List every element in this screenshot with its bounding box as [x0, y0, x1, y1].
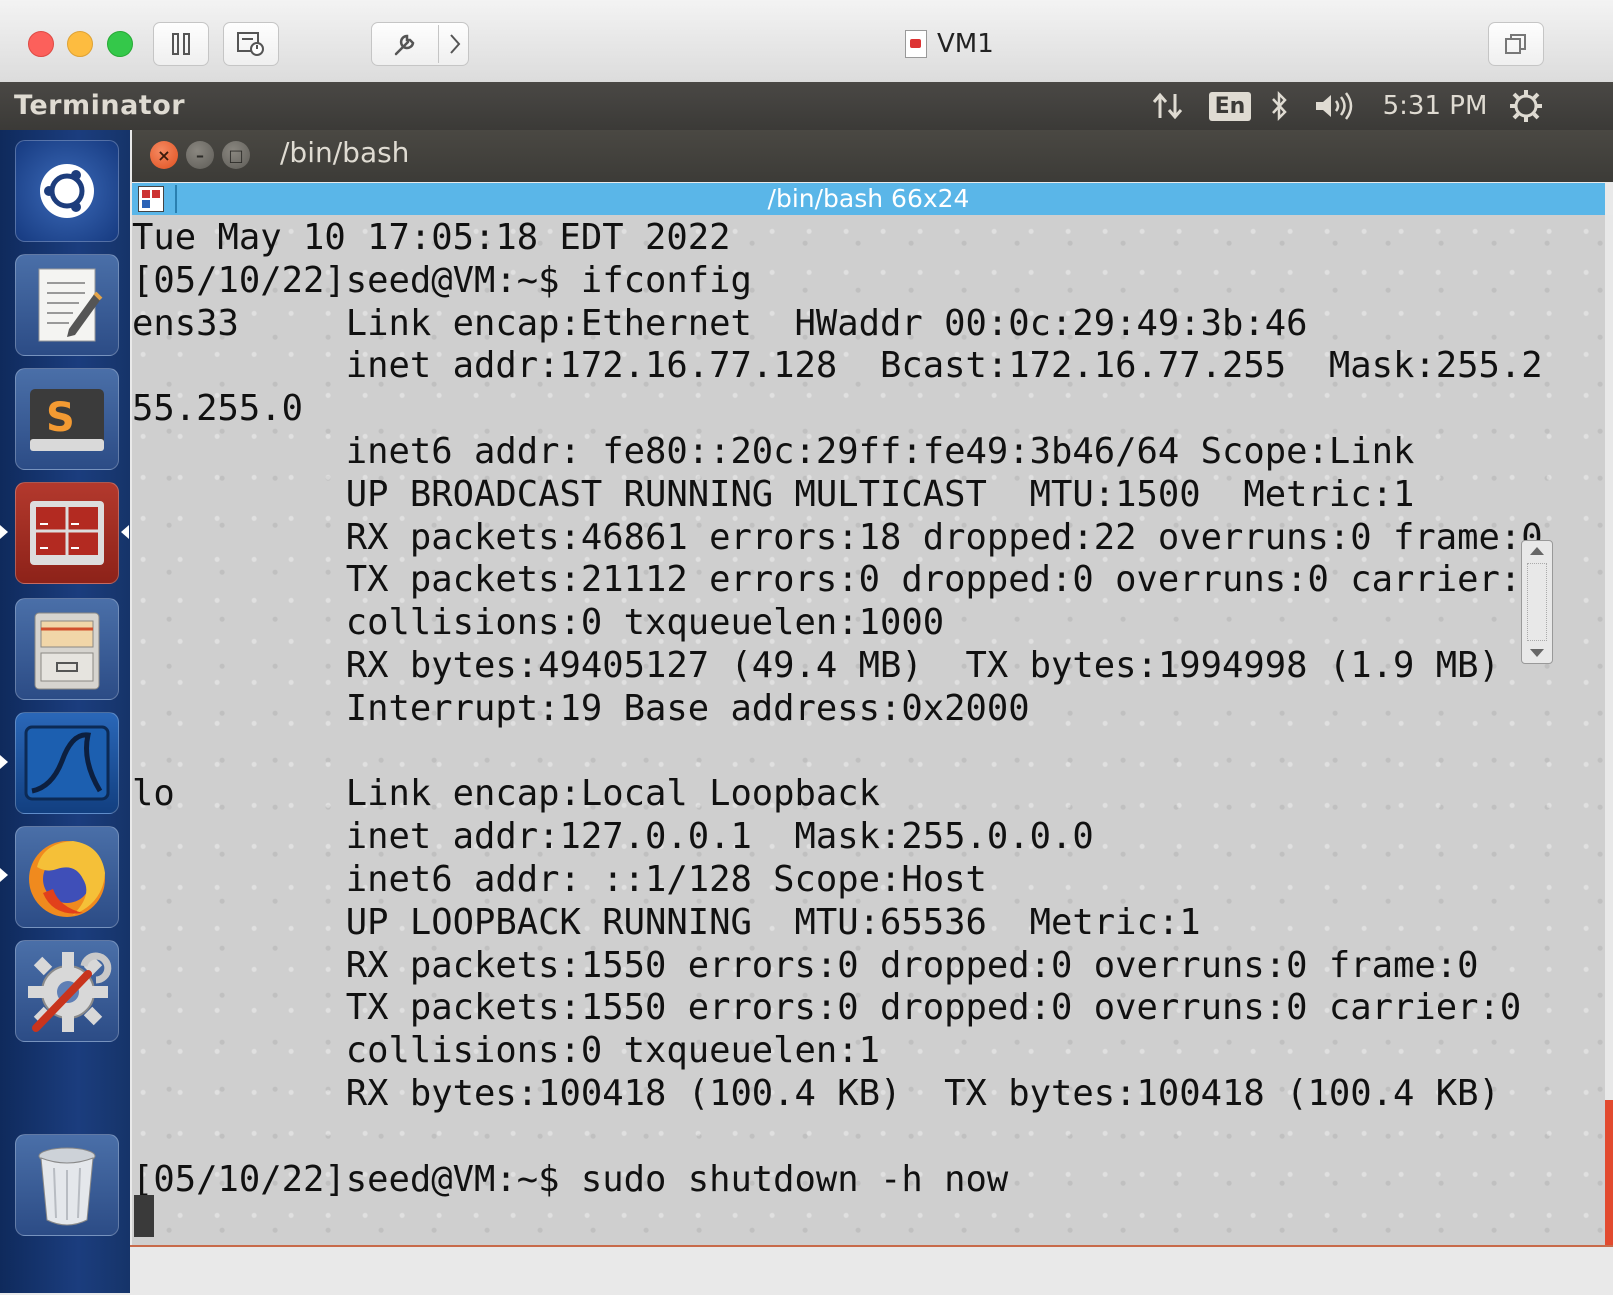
keyboard-layout-indicator[interactable]: En	[1205, 82, 1255, 130]
fullscreen-button[interactable]	[1488, 22, 1544, 66]
launcher-running-indicator	[0, 868, 8, 882]
scroll-up-arrow-icon[interactable]	[1530, 547, 1544, 555]
button-divider	[438, 25, 439, 63]
close-window-button[interactable]	[28, 31, 54, 57]
zoom-window-button[interactable]	[107, 31, 133, 57]
launcher-focused-indicator	[121, 525, 129, 539]
window-right-edge-accent	[1605, 1100, 1613, 1245]
launcher-trash[interactable]	[15, 1134, 119, 1236]
terminal-output-area[interactable]: Tue May 10 17:05:18 EDT 2022 [05/10/22]s…	[132, 215, 1605, 1245]
launcher-firefox[interactable]	[15, 826, 119, 928]
terminal-close-button[interactable]: ×	[150, 141, 178, 169]
svg-text:S: S	[46, 395, 75, 441]
terminal-cursor	[134, 1195, 154, 1237]
network-arrows-icon	[1152, 92, 1183, 120]
ubuntu-top-panel: Terminator En 5:31 PM	[0, 82, 1613, 130]
terminal-tab-title: /bin/bash 66x24	[767, 184, 970, 213]
settings-button-group[interactable]	[371, 22, 469, 66]
close-icon: ×	[157, 145, 171, 165]
snapshot-icon	[237, 32, 264, 56]
vm-title-text: VM1	[937, 29, 994, 59]
keyboard-layout-label: En	[1208, 91, 1252, 121]
vm-window-title: VM1	[905, 26, 994, 62]
launcher-files[interactable]	[15, 598, 119, 700]
terminal-scrollbar[interactable]	[1521, 540, 1553, 664]
launcher-terminator[interactable]	[15, 482, 119, 584]
trash-icon	[38, 1147, 96, 1226]
sublime-text-icon: S	[30, 389, 104, 451]
launcher-sublime-text[interactable]: S	[15, 368, 119, 470]
pause-icon	[172, 33, 190, 55]
maximize-icon: □	[228, 145, 244, 165]
launcher-text-editor[interactable]	[15, 254, 119, 356]
minimize-icon: –	[196, 145, 204, 165]
session-menu[interactable]	[1506, 82, 1546, 130]
launcher-running-indicator	[0, 755, 8, 769]
wireshark-fin-icon	[24, 725, 110, 801]
active-app-name: Terminator	[14, 90, 186, 121]
snapshot-button[interactable]	[223, 22, 279, 66]
launcher-running-indicator	[0, 525, 8, 539]
firefox-icon	[29, 841, 105, 917]
launcher-system-settings[interactable]	[15, 940, 119, 1042]
terminal-tab-bar: /bin/bash 66x24	[132, 183, 1605, 215]
launcher-dash-button[interactable]	[15, 140, 119, 242]
scroll-down-arrow-icon[interactable]	[1530, 649, 1544, 657]
scrollbar-thumb[interactable]	[1527, 563, 1547, 641]
ubuntu-logo-icon	[40, 164, 94, 218]
terminal-window-title: /bin/bash	[280, 136, 410, 169]
speaker-icon	[1316, 92, 1353, 120]
power-gear-icon	[1510, 90, 1542, 122]
minimize-window-button[interactable]	[67, 31, 93, 57]
terminal-output: Tue May 10 17:05:18 EDT 2022 [05/10/22]s…	[132, 217, 1543, 1200]
terminal-titlebar: × – □ /bin/bash	[132, 130, 1613, 182]
file-cabinet-icon	[34, 612, 100, 690]
fullscreen-icon	[1505, 34, 1526, 54]
unity-launcher: S	[0, 130, 130, 1293]
window-bottom-edge	[130, 1245, 1613, 1295]
volume-indicator[interactable]	[1310, 82, 1360, 130]
vm-window-titlebar: VM1	[0, 0, 1613, 83]
settings-gear-wrench-icon	[28, 952, 112, 1032]
pause-vm-button[interactable]	[153, 22, 209, 66]
text-editor-icon	[38, 268, 103, 342]
bluetooth-icon	[1272, 90, 1287, 122]
network-indicator[interactable]	[1148, 82, 1188, 130]
clock[interactable]: 5:31 PM	[1380, 82, 1490, 130]
window-right-edge	[1605, 215, 1613, 1245]
launcher-wireshark[interactable]	[15, 712, 119, 814]
wrench-icon	[394, 34, 415, 56]
terminal-maximize-button[interactable]: □	[222, 141, 250, 169]
terminator-icon	[30, 501, 104, 565]
bluetooth-indicator[interactable]	[1264, 82, 1294, 130]
chevron-right-icon	[450, 34, 461, 54]
terminal-minimize-button[interactable]: –	[186, 141, 214, 169]
vm-document-icon	[905, 30, 927, 58]
